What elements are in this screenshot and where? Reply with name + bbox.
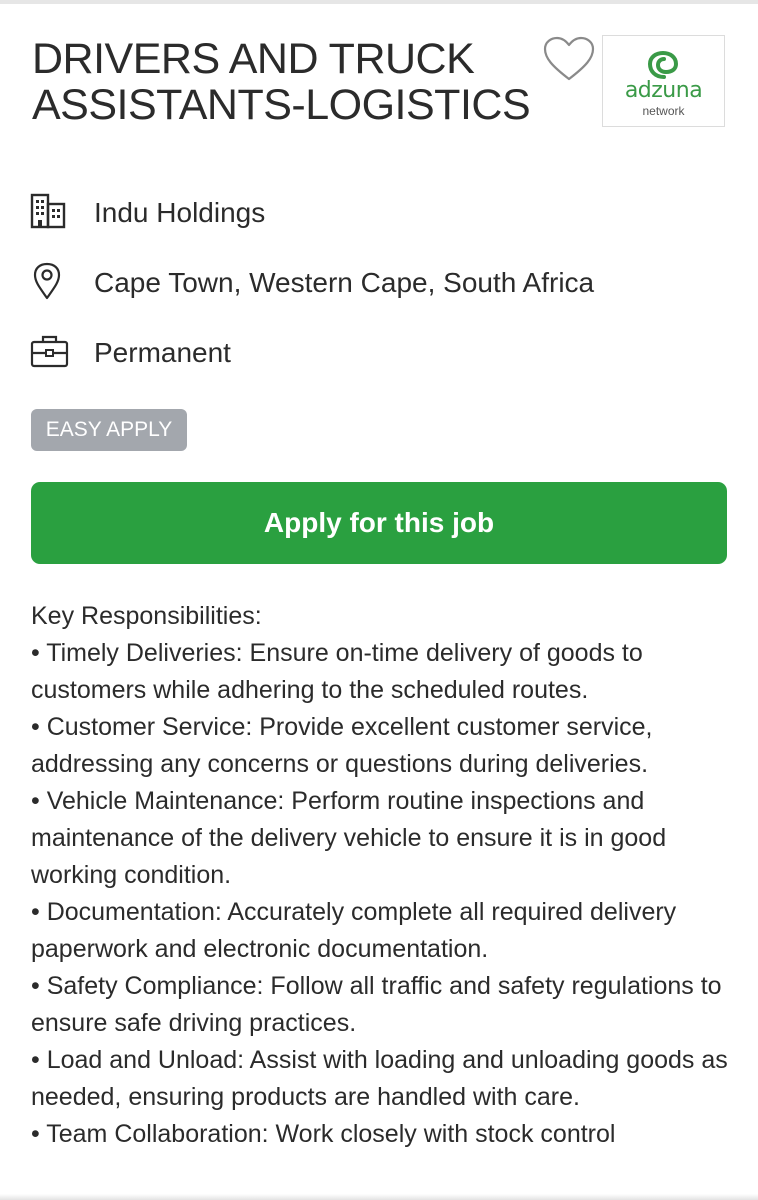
top-divider (0, 0, 758, 4)
job-title: DRIVERS AND TRUCK ASSISTANTS-LOGISTICS (32, 35, 531, 129)
description-item: • Documentation: Accurately complete all… (31, 898, 677, 963)
job-type-row: Permanent (30, 332, 730, 372)
bottom-edge (0, 1194, 758, 1200)
description-item: • Vehicle Maintenance: Perform routine i… (31, 787, 667, 889)
favorite-button[interactable] (542, 36, 596, 84)
company-row: Indu Holdings (30, 192, 730, 232)
logo-subtitle: network (642, 104, 685, 118)
heart-outline-icon (543, 36, 595, 81)
description-item: • Safety Compliance: Follow all traffic … (31, 972, 722, 1037)
apply-button[interactable]: Apply for this job (31, 482, 727, 564)
description-item: • Customer Service: Provide excellent cu… (31, 713, 653, 778)
job-description: Key Responsibilities: • Timely Deliverie… (31, 598, 731, 1153)
company-name: Indu Holdings (94, 197, 266, 228)
location-text: Cape Town, Western Cape, South Africa (94, 267, 595, 298)
location-row: Cape Town, Western Cape, South Africa (30, 262, 730, 302)
building-icon (30, 193, 66, 229)
adzuna-logo-icon (647, 51, 679, 79)
company-logo: adzuna network (602, 35, 725, 127)
description-heading: Key Responsibilities: (31, 602, 262, 630)
description-item: • Timely Deliveries: Ensure on-time deli… (31, 639, 643, 704)
description-item: • Team Collaboration: Work closely with … (31, 1120, 616, 1148)
logo-wordmark: adzuna (624, 78, 703, 103)
map-pin-icon (33, 262, 61, 300)
easy-apply-badge: EASY APPLY (31, 409, 187, 451)
job-type-text: Permanent (94, 337, 231, 368)
description-item: • Load and Unload: Assist with loading a… (31, 1046, 728, 1111)
briefcase-icon (30, 335, 69, 368)
